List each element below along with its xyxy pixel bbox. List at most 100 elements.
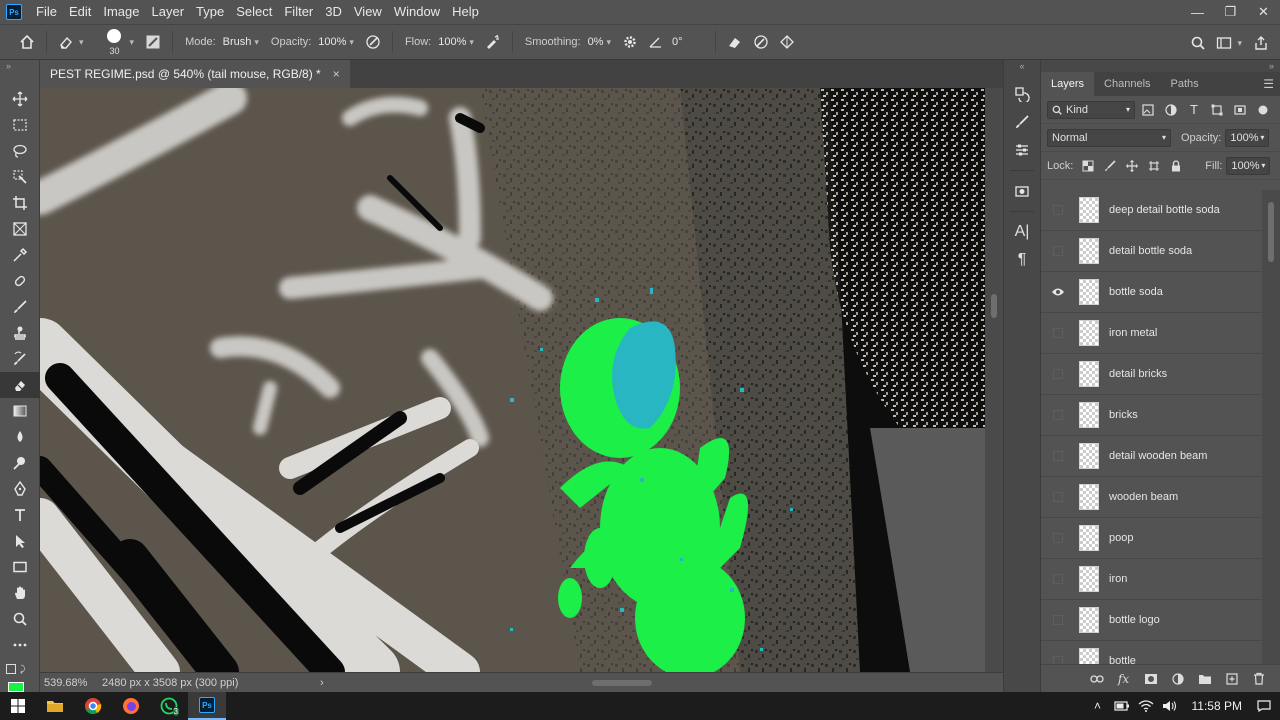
layer-row[interactable]: poop [1041,518,1262,559]
document-tab[interactable]: PEST REGIME.psd @ 540% (tail mouse, RGB/… [40,60,350,88]
rectangle-tool-icon[interactable] [0,554,40,580]
lock-position-icon[interactable] [1121,157,1143,175]
paragraph-panel-icon[interactable]: ¶ [1004,246,1040,274]
layer-visibility-toggle[interactable] [1041,477,1075,518]
layer-style-fx-icon[interactable]: fx [1110,668,1137,690]
adjustments-panel-icon[interactable] [1004,136,1040,164]
file-explorer-icon[interactable] [36,692,74,720]
layer-visibility-toggle[interactable] [1041,231,1075,272]
lock-artboard-icon[interactable] [1143,157,1165,175]
layer-visibility-toggle[interactable] [1041,641,1075,664]
opacity-input[interactable]: 100% [315,34,349,50]
layer-visibility-toggle[interactable] [1041,559,1075,600]
whatsapp-icon[interactable]: 3 [150,692,188,720]
menu-3d[interactable]: 3D [319,0,348,24]
eraser-tool-preset-icon[interactable] [53,29,79,55]
crop-tool-icon[interactable] [0,190,40,216]
menu-filter[interactable]: Filter [278,0,319,24]
zoom-tool-icon[interactable] [0,606,40,632]
menu-select[interactable]: Select [230,0,278,24]
close-document-icon[interactable]: × [333,67,340,81]
layer-row[interactable]: detail bottle soda [1041,231,1262,272]
layer-opacity-input[interactable]: 100% ▾ [1225,128,1270,147]
firefox-icon[interactable] [112,692,150,720]
layer-row[interactable]: bottle soda [1041,272,1262,313]
collapse-dock-icon[interactable]: « [1004,60,1040,72]
lock-image-pixels-icon[interactable] [1099,157,1121,175]
scroll-thumb[interactable] [1268,202,1274,262]
windows-start-icon[interactable] [0,692,36,720]
chevron-down-icon[interactable]: ▾ [130,37,135,48]
type-layer-filter-icon[interactable]: T [1184,100,1204,120]
layer-row[interactable]: bottle logo [1041,600,1262,641]
lasso-tool-icon[interactable] [0,138,40,164]
chevron-down-icon[interactable]: ▾ [606,37,611,48]
layer-row[interactable]: detail bricks [1041,354,1262,395]
canvas-horizontal-scrollbar[interactable] [280,677,980,689]
minimize-button[interactable]: — [1181,0,1214,24]
menu-layer[interactable]: Layer [146,0,191,24]
eyedropper-tool-icon[interactable] [0,242,40,268]
expand-toolbar-icon[interactable]: » [0,60,39,72]
wifi-icon[interactable] [1134,700,1158,712]
layer-row[interactable]: detail wooden beam [1041,436,1262,477]
home-icon[interactable] [14,29,40,55]
angle-input[interactable]: 0° [669,34,709,50]
layer-fill-input[interactable]: 100% ▾ [1226,156,1271,175]
clone-stamp-tool-icon[interactable] [0,320,40,346]
layer-visibility-toggle[interactable] [1041,436,1075,477]
delete-layer-trash-icon[interactable] [1245,668,1272,690]
filter-kind-select[interactable]: Kind ▾ [1047,100,1135,119]
hand-tool-icon[interactable] [0,580,40,606]
default-colors-icon[interactable] [6,664,16,674]
menu-window[interactable]: Window [388,0,446,24]
layer-row[interactable]: bricks [1041,395,1262,436]
swap-colors-icon[interactable]: ⤸ [20,664,30,674]
healing-brush-tool-icon[interactable] [0,268,40,294]
menu-file[interactable]: File [30,0,63,24]
blur-tool-icon[interactable] [0,424,40,450]
adjustment-layer-filter-icon[interactable] [1161,100,1181,120]
canvas-vertical-scrollbar[interactable] [985,88,1003,672]
panel-menu-icon[interactable]: ☰ [1263,77,1274,91]
lock-all-icon[interactable] [1165,157,1187,175]
share-icon[interactable] [1248,30,1274,56]
pen-tool-icon[interactable] [0,476,40,502]
lock-transparent-pixels-icon[interactable] [1077,157,1099,175]
layers-scrollbar[interactable] [1262,190,1280,664]
battery-icon[interactable] [1110,701,1134,711]
color-swatches[interactable]: ⤸ [6,664,34,692]
layer-row[interactable]: iron [1041,559,1262,600]
restore-button[interactable]: ❐ [1214,0,1247,24]
new-adjustment-layer-icon[interactable] [1164,668,1191,690]
workspace-icon[interactable] [1211,30,1237,56]
chrome-icon[interactable] [74,692,112,720]
search-icon[interactable] [1185,30,1211,56]
tab-channels[interactable]: Channels [1094,72,1160,96]
new-layer-icon[interactable] [1218,668,1245,690]
pressure-size-icon[interactable] [748,29,774,55]
menu-image[interactable]: Image [97,0,145,24]
tab-paths[interactable]: Paths [1161,72,1209,96]
layer-visibility-toggle[interactable] [1041,518,1075,559]
smoothing-input[interactable]: 0% [585,34,607,50]
history-panel-icon[interactable] [1004,80,1040,108]
notifications-icon[interactable] [1252,700,1276,712]
menu-help[interactable]: Help [446,0,485,24]
brush-settings-icon[interactable] [140,29,166,55]
layer-row[interactable]: bottle [1041,641,1262,664]
tab-layers[interactable]: Layers [1041,72,1095,96]
volume-icon[interactable] [1158,700,1182,712]
pixel-layer-filter-icon[interactable] [1138,100,1158,120]
shape-layer-filter-icon[interactable] [1207,100,1227,120]
path-selection-tool-icon[interactable] [0,528,40,554]
close-window-button[interactable]: ✕ [1247,0,1280,24]
layer-visibility-toggle[interactable] [1041,600,1075,641]
collapse-panel-icon[interactable]: » [1041,60,1280,72]
chevron-up-icon[interactable]: ˄ [1086,699,1110,713]
brush-settings-panel-icon[interactable] [1004,108,1040,136]
chevron-down-icon[interactable]: ▾ [254,37,259,48]
layer-visibility-toggle[interactable] [1041,313,1075,354]
taskbar-clock[interactable]: 11:58 PM [1192,699,1242,713]
move-tool-icon[interactable] [0,86,40,112]
